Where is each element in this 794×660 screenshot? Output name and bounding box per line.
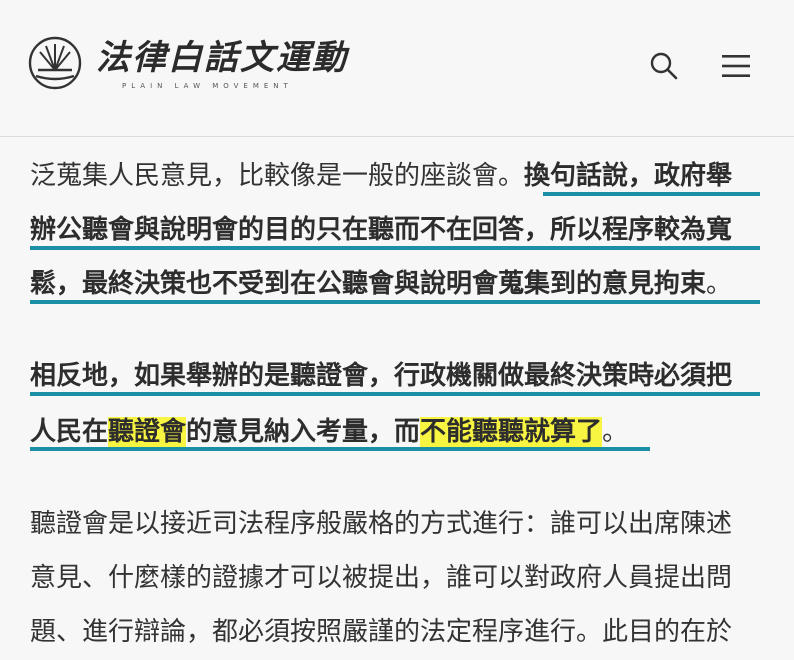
underline-mark [543,192,760,196]
text-line: 相反地，如果舉辦的是聽證會，行政機關做最終決策時必須把 [30,356,732,396]
logo-mark-icon [28,36,82,90]
paragraph-text: 聽證會是以接近司法程序般嚴格的方式進行：誰可以出席陳述 [30,509,733,539]
emphasized-text: 換句話說，政府舉 [524,161,733,191]
logo-english-name: PLAIN LAW MOVEMENT [122,82,293,90]
paragraph-text: 。 [706,269,733,299]
site-header: 法律白話文運動 PLAIN LAW MOVEMENT [0,0,794,137]
search-icon [650,52,678,80]
logo-text: 法律白話文運動 PLAIN LAW MOVEMENT [96,36,348,90]
paragraph-text: 泛蒐集人民意見，比較像是一般的座談會。 [30,161,525,191]
site-logo[interactable]: 法律白話文運動 PLAIN LAW MOVEMENT [28,36,348,96]
menu-button[interactable] [716,46,756,86]
logo-chinese-name: 法律白話文運動 [96,38,348,78]
paragraph-text: 題、進行辯論，都必須按照嚴謹的法定程序進行。此目的在於 [30,617,733,647]
highlighted-text: 不能聽聽就算了 [420,417,603,447]
emphasized-text: 鬆，最終決策也不受到在公聽會與說明會蒐集到的意見拘束 [30,269,707,299]
highlighted-text: 聽證會 [108,417,187,447]
paragraph-text: 。 [602,417,629,447]
underline-mark [30,447,650,451]
emphasized-text: 辦公聽會與說明會的目的只在聽而不在回答，所以程序較為寬 [30,215,733,245]
text-line: 辦公聽會與說明會的目的只在聽而不在回答，所以程序較為寬 [30,210,732,250]
text-line: 泛蒐集人民意見，比較像是一般的座談會。換句話說，政府舉 [30,156,732,196]
text-line: 意見、什麼樣的證據才可以被提出，誰可以對政府人員提出問 [30,558,732,598]
search-button[interactable] [644,46,684,86]
text-line: 聽證會是以接近司法程序般嚴格的方式進行：誰可以出席陳述 [30,504,732,544]
hamburger-menu-icon [722,55,750,77]
text-line: 題、進行辯論，都必須按照嚴謹的法定程序進行。此目的在於 [30,612,732,652]
paragraph-text: 意見、什麼樣的證據才可以被提出，誰可以對政府人員提出問 [30,563,733,593]
emphasized-text: 人民在 [30,417,109,447]
text-line: 鬆，最終決策也不受到在公聽會與說明會蒐集到的意見拘束。 [30,264,732,304]
underline-mark [30,300,760,304]
emphasized-text: 的意見納入考量，而 [186,417,421,447]
text-line: 人民在聽證會的意見納入考量，而不能聽聽就算了。 [30,412,628,452]
underline-mark [30,246,760,250]
underline-mark [30,392,760,396]
emphasized-text: 相反地，如果舉辦的是聽證會，行政機關做最終決策時必須把 [30,361,733,391]
